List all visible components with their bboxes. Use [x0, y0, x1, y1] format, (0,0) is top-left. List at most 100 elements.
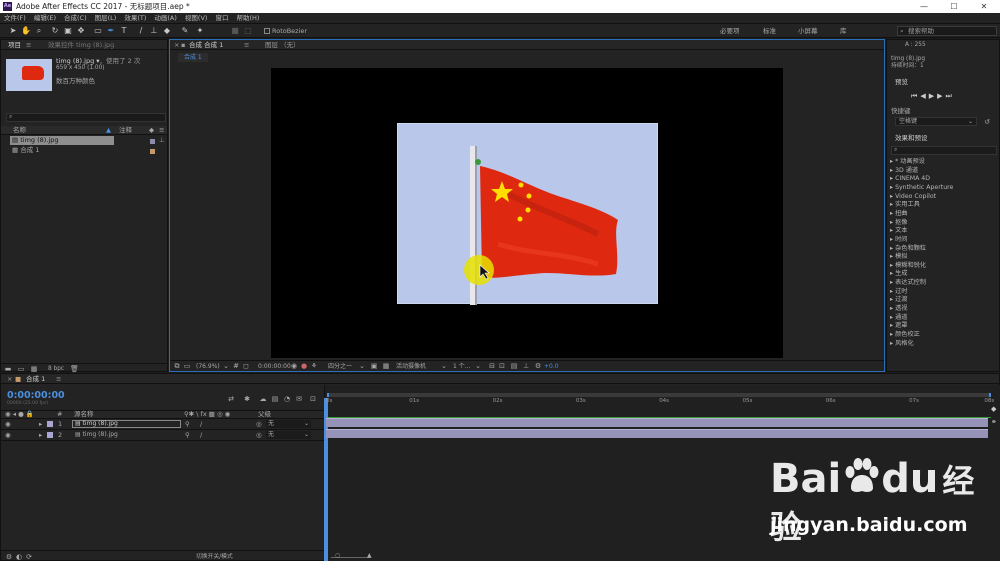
stroke-icon[interactable]: □ [243, 26, 253, 36]
effects-category-item[interactable]: ▸ 遮罩 [890, 322, 907, 330]
effects-category-item[interactable]: ▸ 通道 [890, 314, 907, 322]
timeline-icon[interactable]: ▤ [510, 362, 518, 370]
color-channel-icon[interactable]: ⚘ [310, 362, 318, 370]
exposure-reset-icon[interactable]: ⚙ [534, 362, 542, 370]
eraser-tool-icon[interactable]: ◆ [162, 26, 172, 36]
effects-category-item[interactable]: ▸ 文本 [890, 227, 907, 235]
comp-flowchart-icon[interactable]: ⇄ [227, 395, 235, 403]
text-tool-icon[interactable]: T [119, 26, 129, 36]
views-dropdown[interactable]: 1 个... [453, 361, 470, 372]
effects-category-item[interactable]: ▸ 过时 [890, 288, 907, 296]
quality-switch-icon[interactable]: / [200, 420, 202, 429]
workspace-standard[interactable]: 标准 [763, 26, 776, 36]
menu-layer[interactable]: 图层(L) [91, 13, 121, 24]
hand-tool-icon[interactable]: ✋ [21, 26, 31, 36]
effects-category-item[interactable]: ▸ 抠像 [890, 219, 907, 227]
timeline-end-icon[interactable]: ⚭ [991, 418, 997, 426]
menu-composition[interactable]: 合成(C) [60, 13, 91, 24]
close-button[interactable]: ✕ [970, 0, 998, 13]
flowchart-icon[interactable]: ⊥ [522, 362, 530, 370]
effects-category-item[interactable]: ▸ * 动画预设 [890, 158, 925, 166]
rotobezier-checkbox[interactable] [264, 28, 270, 34]
effects-category-item[interactable]: ▸ 透视 [890, 305, 907, 313]
effects-category-item[interactable]: ▸ 杂色和颗粒 [890, 245, 926, 253]
tab-timeline-comp[interactable]: 合成 1 [26, 374, 45, 384]
new-composition-icon[interactable]: ▦ [30, 365, 38, 373]
tab-menu-icon[interactable]: ≡ [56, 374, 61, 384]
effects-category-item[interactable]: ▸ 模糊和锐化 [890, 262, 926, 270]
visibility-eye-icon[interactable]: ◉ [5, 431, 11, 440]
current-time-display[interactable]: 0:00:00:00 [258, 361, 291, 372]
menu-window[interactable]: 窗口 [211, 13, 232, 24]
tab-project[interactable]: 项目 [8, 40, 21, 50]
column-comment[interactable]: 注释 [119, 126, 132, 135]
close-tab-icon[interactable]: × [174, 40, 179, 50]
tab-layer[interactable]: 图层 （无） [265, 40, 300, 50]
graph-editor-icon[interactable]: ✉ [295, 395, 303, 403]
type-icon[interactable]: ≡ [159, 126, 164, 135]
tab-composition[interactable]: 合成 合成 1 [189, 40, 223, 50]
work-area-bar[interactable] [327, 393, 991, 397]
effects-category-item[interactable]: ▸ 时间 [890, 236, 907, 244]
monitor-icon[interactable]: ▭ [183, 362, 191, 370]
brush-tool-icon[interactable]: / [136, 26, 146, 36]
exposure-value[interactable]: +0.0 [544, 361, 559, 372]
shortcut-dropdown[interactable]: 空格键 ⌄ [895, 117, 977, 126]
tab-effect-controls[interactable]: 效果控件 timg (8).jpg [48, 40, 114, 50]
chevron-down-icon[interactable]: ⌄ [474, 362, 482, 370]
workspace-essentials[interactable]: 必要项 [720, 26, 740, 36]
search-help-input[interactable]: ⌕ 搜索帮助 [897, 26, 997, 36]
effects-category-item[interactable]: ▸ 扭曲 [890, 210, 907, 218]
comp-button-icon[interactable]: ◆ [991, 405, 996, 413]
fill-icon[interactable]: ■ [230, 26, 240, 36]
rotate-tool-icon[interactable]: ↻ [50, 26, 60, 36]
trash-icon[interactable]: 🗑 [70, 365, 79, 373]
toggle-pixel-icon[interactable]: ⊟ [488, 362, 496, 370]
effects-category-item[interactable]: ▸ 颜色校正 [890, 331, 920, 339]
menu-animation[interactable]: 动画(A) [150, 13, 181, 24]
quality-switch-icon[interactable]: / [200, 431, 202, 440]
pen-tool-icon[interactable]: ✒ [106, 26, 116, 36]
pan-behind-tool-icon[interactable]: ✥ [76, 26, 86, 36]
label-color-icon[interactable] [47, 421, 53, 427]
region-of-interest-icon[interactable]: ▣ [370, 362, 378, 370]
camera-tool-icon[interactable]: ▣ [63, 26, 73, 36]
menu-edit[interactable]: 编辑(E) [30, 13, 60, 24]
toggle-switches-modes[interactable]: 切换开关/模式 [196, 552, 233, 561]
shy-switch-icon[interactable]: ⚲ [185, 431, 190, 440]
layer-switches-toggle-icon[interactable]: ⚙ [5, 553, 13, 561]
clone-stamp-tool-icon[interactable]: ⊥ [149, 26, 159, 36]
shy-icon[interactable]: ☁ [259, 395, 267, 403]
roto-brush-tool-icon[interactable]: ✎ [180, 26, 190, 36]
column-source-name[interactable]: 源名称 [74, 410, 94, 419]
parent-dropdown[interactable]: 无 ⌄ [266, 431, 311, 439]
anchor-point-icon[interactable] [475, 159, 481, 165]
chevron-down-icon[interactable]: ⌄ [440, 362, 448, 370]
draft-3d-icon[interactable]: ✱ [243, 395, 251, 403]
effects-category-item[interactable]: ▸ 风格化 [890, 340, 914, 348]
rectangle-tool-icon[interactable]: ▭ [93, 26, 103, 36]
effects-category-item[interactable]: ▸ 表达式控制 [890, 279, 926, 287]
grid-icon[interactable]: # [232, 362, 240, 370]
pick-whip-icon[interactable]: ◎ [256, 431, 262, 440]
zoom-slider[interactable]: ○ ▲ [331, 552, 372, 559]
workspace-small-screen[interactable]: 小屏幕 [798, 26, 818, 36]
in-out-toggle-icon[interactable]: ⟳ [25, 553, 33, 561]
resolution-dropdown[interactable]: 四分之一 [328, 361, 352, 372]
camera-dropdown[interactable]: 活动摄像机 [396, 361, 426, 372]
project-search-input[interactable]: ⌕ [6, 113, 166, 122]
label-color-icon[interactable] [47, 432, 53, 438]
flag-footage-layer[interactable] [397, 123, 658, 305]
layer-name[interactable]: ▤ timg (8).jpg [72, 431, 118, 439]
chevron-down-icon[interactable]: ⌄ [222, 362, 230, 370]
effects-category-item[interactable]: ▸ CINEMA 4D [890, 175, 930, 183]
zoom-dropdown[interactable]: (76.9%) [196, 361, 220, 372]
reset-icon[interactable]: ↺ [983, 118, 991, 126]
preview-transport-controls[interactable]: ⏮◀▶▶⏭ [911, 92, 991, 101]
tab-menu-icon[interactable]: ≡ [244, 40, 249, 50]
effects-category-item[interactable]: ▸ Video Copilot [890, 193, 936, 201]
column-name[interactable]: 名称 [13, 126, 26, 135]
expand-arrow-icon[interactable]: ▸ [39, 420, 42, 429]
layer-bar-1[interactable] [326, 418, 988, 427]
effects-search-input[interactable]: ⌕ [891, 146, 997, 155]
